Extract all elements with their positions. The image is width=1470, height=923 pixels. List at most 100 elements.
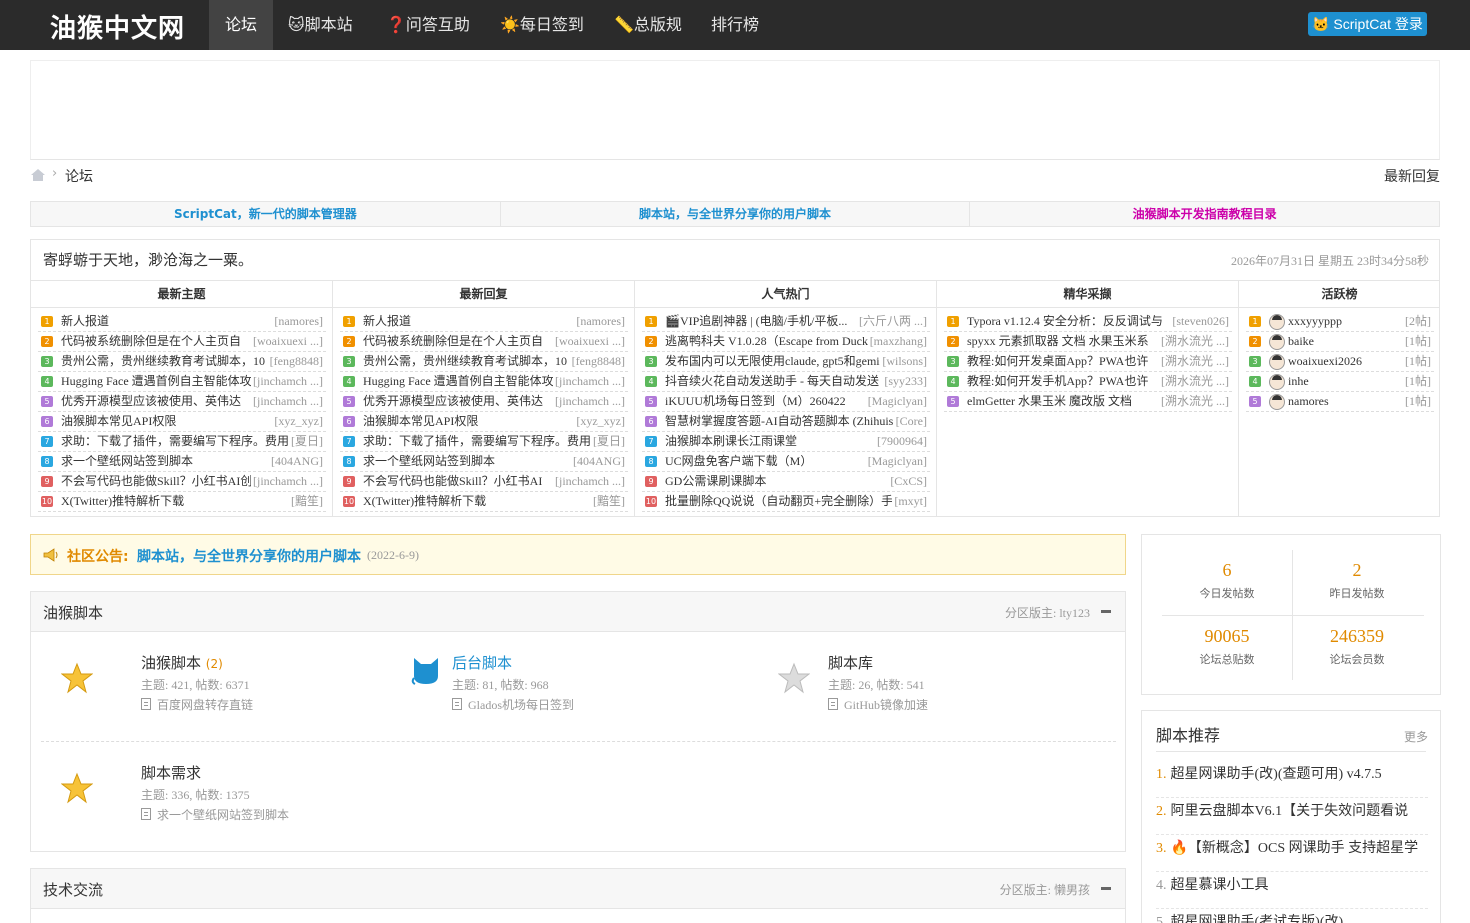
list-item-author[interactable]: [黯笙] [289, 492, 323, 511]
list-item[interactable]: 2 代码被系统删除但是在个人主页自 [woaixuexi ...] [340, 332, 628, 352]
list-item[interactable]: 9 不会写代码也能做Skill？小红书AI [jinchamch ...] [340, 472, 628, 492]
list-item-title[interactable]: 贵州公需，贵州继续教育考试脚本，10 [61, 352, 265, 371]
list-item-title[interactable]: 优秀开源模型应该被使用、英伟达 [363, 392, 543, 411]
list-item[interactable]: 4 教程:如何开发手机App？PWA也许 [溯水流光 ...] [944, 372, 1232, 392]
nav-ranking[interactable]: 排行榜 [695, 0, 775, 50]
avatar[interactable] [1269, 334, 1285, 350]
list-item[interactable]: 6 油猴脚本常见API权限 [xyz_xyz] [38, 412, 326, 432]
list-item-author[interactable]: [溯水流光 ...] [1159, 332, 1229, 351]
list-item-author[interactable]: [404ANG] [571, 452, 625, 471]
list-item-title[interactable]: 油猴脚本常见API权限 [363, 412, 478, 431]
list-item-author[interactable]: [jinchamch ...] [553, 372, 625, 391]
list-item-title[interactable]: inhe [1288, 372, 1309, 391]
site-logo[interactable]: 油猴中文网 [50, 8, 185, 45]
list-item-title[interactable]: 不会写代码也能做Skill？小红书AI创 [61, 472, 252, 491]
list-item-author[interactable]: [7900964] [875, 432, 927, 451]
list-item-title[interactable]: X(Twitter)推特解析下载 [61, 492, 184, 511]
forum-background-scripts[interactable]: 后台脚本 主题: 81, 帖数: 968 Glados机场每日签到 [411, 652, 741, 722]
list-item[interactable]: 3 woaixuexi2026 [1帖] [1246, 352, 1434, 372]
list-item[interactable]: 5 优秀开源模型应该被使用、英伟达 [jinchamch ...] [38, 392, 326, 412]
forum-script-requests[interactable]: 脚本需求 主题: 336, 帖数: 1375 求一个壁纸网站签到脚本 [61, 762, 391, 832]
recommend-more-link[interactable]: 更多 [1404, 728, 1428, 745]
list-item[interactable]: 1 新人报道 [namores] [340, 312, 628, 332]
list-item-author[interactable]: [feng8848] [569, 352, 625, 371]
list-item-title[interactable]: namores [1288, 392, 1329, 411]
list-item[interactable]: 8 求一个壁纸网站签到脚本 [404ANG] [38, 452, 326, 472]
list-item-author[interactable]: [夏日] [591, 432, 625, 451]
nav-rules[interactable]: 📏总版规 [598, 0, 698, 50]
list-item-title[interactable]: GD公需课刷课脚本 [665, 472, 766, 491]
list-item-author[interactable]: [wilsons] [880, 352, 927, 371]
list-item-author[interactable]: [mxyt] [892, 492, 927, 511]
list-item-title[interactable]: Hugging Face 遭遇首例自主智能体攻 [363, 372, 554, 391]
list-item[interactable]: 2 代码被系统删除但是在个人主页自 [woaixuexi ...] [38, 332, 326, 352]
list-item-author[interactable]: [feng8848] [267, 352, 323, 371]
avatar[interactable] [1269, 314, 1285, 330]
list-item-title[interactable]: 优秀开源模型应该被使用、英伟达 [61, 392, 241, 411]
list-item-author[interactable]: [Magiclyan] [865, 452, 927, 471]
list-item-title[interactable]: 新人报道 [61, 312, 109, 331]
list-item-title[interactable]: 抖音续火花自动发送助手 - 每天自动发送 [665, 372, 879, 391]
section-moderator[interactable]: 分区版主: lty123 [1005, 604, 1090, 621]
scriptcat-login-button[interactable]: 🐱 ScriptCat 登录 [1308, 12, 1427, 36]
list-item[interactable]: 4 Hugging Face 遭遇首例自主智能体攻 [jinchamch ...] [340, 372, 628, 392]
nav-qa[interactable]: ❓问答互助 [370, 0, 486, 50]
list-item-author[interactable]: [jinchamch ...] [553, 472, 625, 491]
list-item-author[interactable]: [溯水流光 ...] [1159, 352, 1229, 371]
list-item[interactable]: 7 求助：下载了插件，需要编写下程序。费用 [夏日] [340, 432, 628, 452]
list-item-author[interactable]: [404ANG] [269, 452, 323, 471]
list-item-author[interactable]: [syy233] [882, 372, 927, 391]
list-item[interactable]: 10 批量删除QQ说说（自动翻页+完全删除）手 [mxyt] [642, 492, 930, 512]
home-icon[interactable] [30, 168, 46, 182]
list-item-title[interactable]: 求一个壁纸网站签到脚本 [363, 452, 495, 471]
list-item[interactable]: 9 不会写代码也能做Skill？小红书AI创 [jinchamch ...] [38, 472, 326, 492]
list-item-title[interactable]: elmGetter 水果玉米 魔改版 文档 [967, 392, 1132, 411]
avatar[interactable] [1269, 354, 1285, 370]
list-item-author[interactable]: [黯笙] [591, 492, 625, 511]
list-item-author[interactable]: [jinchamch ...] [553, 392, 625, 411]
section-title[interactable]: 油猴脚本 [43, 602, 103, 623]
list-item-author[interactable]: [xyz_xyz] [574, 412, 625, 431]
list-item[interactable]: 8 UC网盘免客户端下载（M） [Magiclyan] [642, 452, 930, 472]
recommend-title[interactable]: 超星网课助手(考试专版)(改) [1171, 915, 1344, 923]
list-item[interactable]: 4 Hugging Face 遭遇首例自主智能体攻 [jinchamch ...] [38, 372, 326, 392]
list-item-title[interactable]: 发布国内可以无限使用claude, gpt5和gemi [665, 352, 880, 371]
list-item-title[interactable]: baike [1288, 332, 1314, 351]
forum-name[interactable]: 脚本库 [828, 654, 873, 672]
list-item-title[interactable]: 教程:如何开发手机App？PWA也许 [967, 372, 1148, 391]
nav-forum[interactable]: 论坛 [209, 0, 274, 50]
list-item-author[interactable]: [namores] [272, 312, 323, 331]
list-item-author[interactable]: [溯水流光 ...] [1159, 392, 1229, 411]
list-item-author[interactable]: [溯水流光 ...] [1159, 372, 1229, 391]
list-item-author[interactable]: [steven026] [1170, 312, 1229, 331]
list-item[interactable]: 7 求助：下载了插件，需要编写下程序。费用 [夏日] [38, 432, 326, 452]
list-item-title[interactable]: 不会写代码也能做Skill？小红书AI [363, 472, 542, 491]
list-item-title[interactable]: 贵州公需，贵州继续教育考试脚本，10 [363, 352, 567, 371]
notice-link[interactable]: 脚本站，与全世界分享你的用户脚本 [137, 546, 361, 566]
list-item[interactable]: 10 X(Twitter)推特解析下载 [黯笙] [340, 492, 628, 512]
list-item-title[interactable]: 逃离鸭科夫 V1.0.28（Escape from Duck [665, 332, 868, 351]
collapse-icon[interactable] [1101, 610, 1111, 613]
list-item-author[interactable]: [CxCS] [888, 472, 927, 491]
list-item[interactable]: 5 namores [1帖] [1246, 392, 1434, 412]
recommend-item[interactable]: 5. 超星网课助手(考试专版)(改) [1156, 909, 1428, 923]
list-item-author[interactable]: [Core] [893, 412, 927, 431]
list-item[interactable]: 9 GD公需课刷课脚本 [CxCS] [642, 472, 930, 492]
list-item-title[interactable]: 求助：下载了插件，需要编写下程序。费用 [61, 432, 289, 451]
avatar[interactable] [1269, 394, 1285, 410]
forum-name[interactable]: 后台脚本 [452, 654, 512, 672]
list-item-author[interactable]: [jinchamch ...] [251, 372, 323, 391]
list-item-title[interactable]: 批量删除QQ说说（自动翻页+完全删除）手 [665, 492, 893, 511]
list-item-title[interactable]: 油猴脚本常见API权限 [61, 412, 176, 431]
list-item-author[interactable]: [jinchamch ...] [251, 392, 323, 411]
link-script-site[interactable]: 脚本站，与全世界分享你的用户脚本 [501, 202, 971, 226]
list-item[interactable]: 2 spyxx 元素抓取器 文档 水果玉米系 [溯水流光 ...] [944, 332, 1232, 352]
list-item[interactable]: 1 🎬VIP追剧神器 | (电脑/手机/平板... [六斤八两 ...] [642, 312, 930, 332]
section-title[interactable]: 技术交流 [43, 879, 103, 900]
list-item[interactable]: 1 xxxyyyppp [2帖] [1246, 312, 1434, 332]
list-item[interactable]: 1 新人报道 [namores] [38, 312, 326, 332]
list-item-author[interactable]: [namores] [574, 312, 625, 331]
list-item-author[interactable]: [woaixuexi ...] [553, 332, 625, 351]
list-item-author[interactable]: [jinchamch ...] [251, 472, 323, 491]
forum-name[interactable]: 油猴脚本 [141, 654, 201, 672]
